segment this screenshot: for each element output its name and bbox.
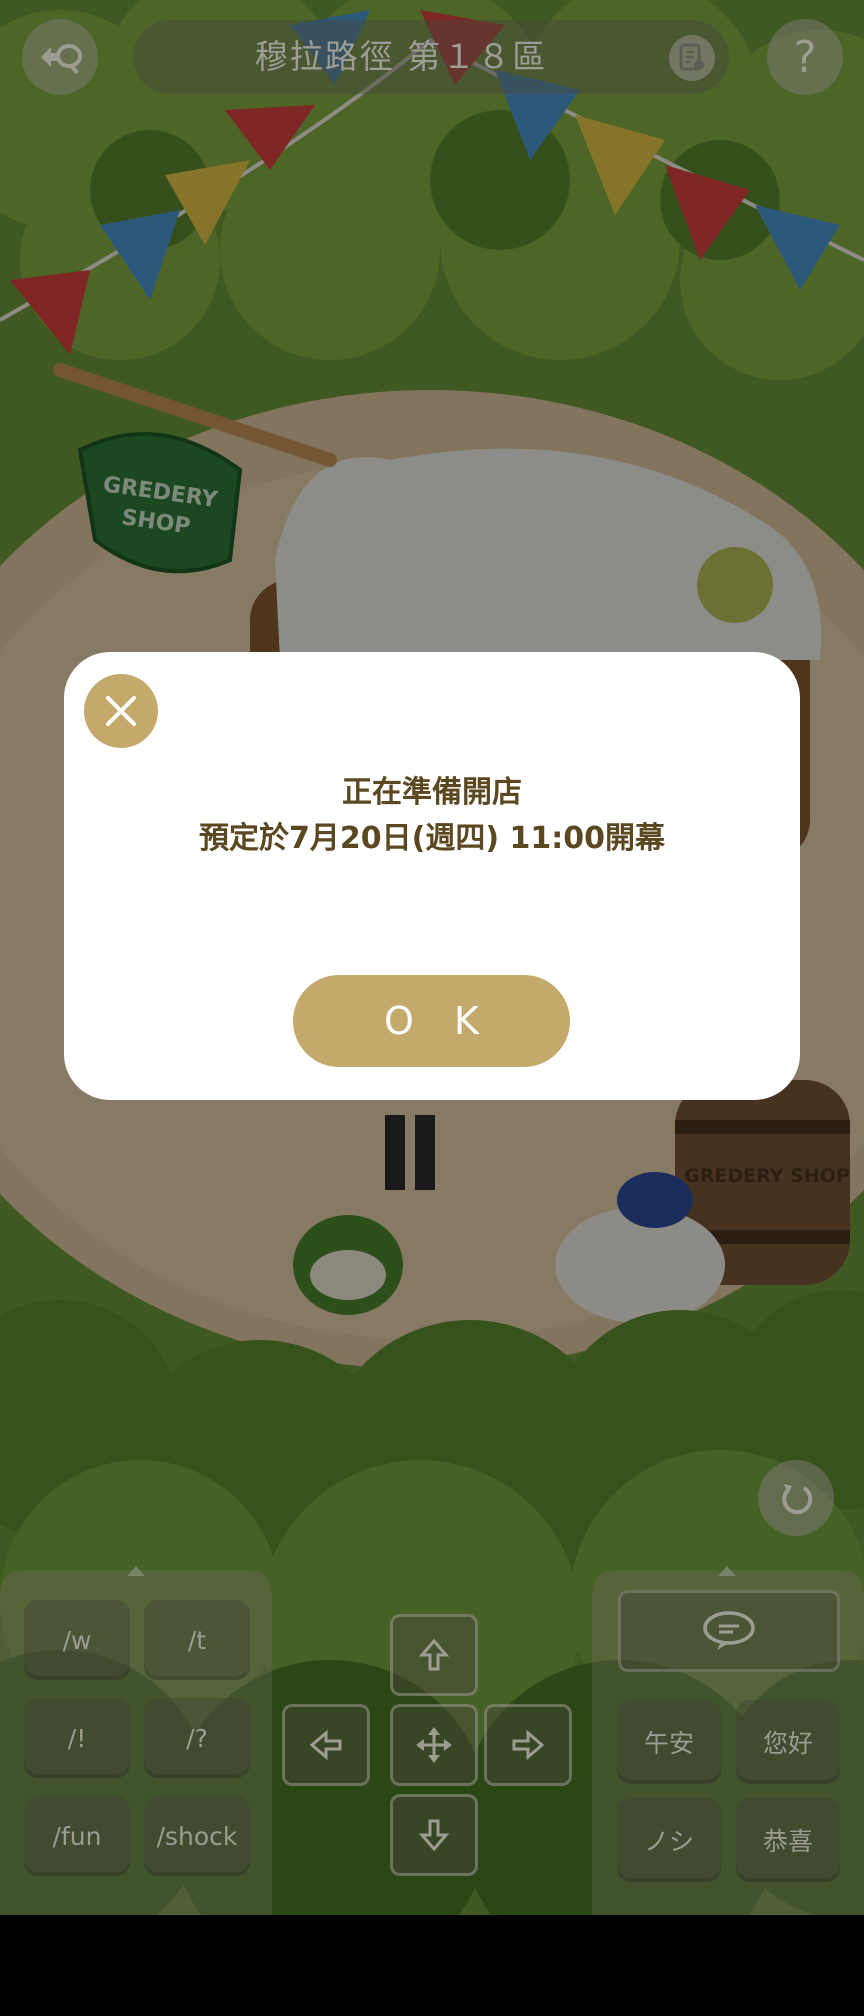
rotate-camera-icon bbox=[782, 1484, 813, 1515]
dialog-message: 正在準備開店 預定於7月20日(週四) 11:00開幕 bbox=[64, 770, 800, 862]
panel-collapse-icon[interactable] bbox=[127, 1566, 145, 1576]
phrase-button-wave[interactable]: ノシ bbox=[617, 1798, 721, 1882]
notice-dialog: 正在準備開店 預定於7月20日(週四) 11:00開幕 O K bbox=[64, 652, 800, 1100]
move-arrows-icon bbox=[416, 1727, 452, 1763]
panel-collapse-icon[interactable] bbox=[718, 1566, 736, 1576]
location-title: 穆拉路徑 第１８區 bbox=[254, 37, 548, 76]
emote-button-exclaim[interactable]: /! bbox=[24, 1698, 130, 1778]
rotate-camera-button[interactable] bbox=[758, 1460, 834, 1536]
dpad-center-button[interactable] bbox=[390, 1704, 478, 1786]
dialog-message-line2: 預定於7月20日(週四) 11:00開幕 bbox=[199, 821, 665, 856]
dpad-down-button[interactable] bbox=[390, 1794, 478, 1876]
phrase-button-hello[interactable]: 您好 bbox=[736, 1700, 840, 1784]
speech-back-icon bbox=[41, 44, 82, 75]
emote-button-w[interactable]: /w bbox=[24, 1600, 130, 1680]
arrow-down-icon bbox=[418, 1819, 450, 1852]
log-button[interactable] bbox=[669, 35, 715, 81]
emote-button-fun[interactable]: /fun bbox=[24, 1796, 130, 1876]
help-icon: ? bbox=[793, 31, 817, 83]
document-list-icon bbox=[679, 43, 704, 71]
dpad-left-button[interactable] bbox=[282, 1704, 370, 1786]
dialog-message-line1: 正在準備開店 bbox=[342, 775, 522, 810]
help-button[interactable]: ? bbox=[767, 19, 843, 95]
dpad-up-button[interactable] bbox=[390, 1614, 478, 1696]
dpad-right-button[interactable] bbox=[484, 1704, 572, 1786]
phrase-button-good-afternoon[interactable]: 午安 bbox=[617, 1700, 721, 1784]
dialog-close-button[interactable] bbox=[84, 674, 158, 748]
emote-button-t[interactable]: /t bbox=[144, 1600, 250, 1680]
ok-button[interactable]: O K bbox=[293, 975, 570, 1067]
back-button[interactable] bbox=[22, 19, 98, 95]
emote-button-question[interactable]: /? bbox=[144, 1698, 250, 1778]
arrow-left-icon bbox=[309, 1729, 342, 1761]
close-icon bbox=[106, 696, 136, 726]
emote-button-shock[interactable]: /shock bbox=[144, 1796, 250, 1876]
arrow-up-icon bbox=[418, 1638, 450, 1671]
phrase-button-congrats[interactable]: 恭喜 bbox=[736, 1798, 840, 1882]
arrow-right-icon bbox=[512, 1729, 545, 1761]
chat-bubble-icon bbox=[703, 1611, 755, 1650]
location-bar: 穆拉路徑 第１８區 bbox=[133, 20, 729, 94]
chat-button[interactable] bbox=[618, 1590, 840, 1672]
